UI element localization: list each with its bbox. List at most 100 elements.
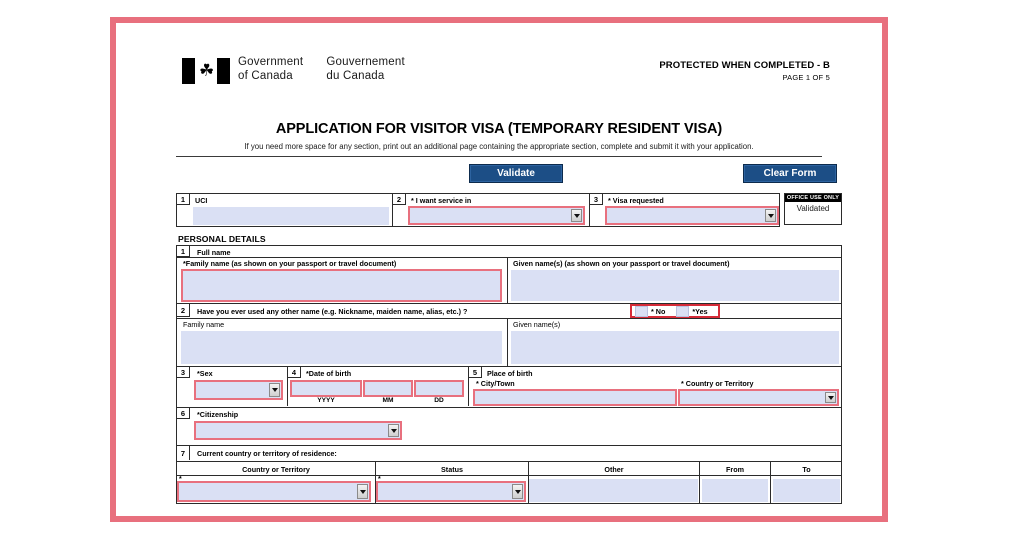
residence-header-block: 7 Current country or territory of reside…	[176, 446, 842, 461]
office-use-box: OFFICE USE ONLY Validated	[784, 193, 842, 225]
dob-day-caption: DD	[434, 397, 444, 404]
protected-label: PROTECTED WHEN COMPLETED - B	[659, 60, 830, 71]
other-family-name-input[interactable]	[181, 331, 502, 364]
uci-number: 1	[177, 194, 190, 205]
chevron-down-icon[interactable]	[388, 424, 399, 437]
other-given-name-input[interactable]	[511, 331, 839, 364]
other-name-no-label: * No	[651, 306, 666, 316]
pob-label: Place of birth	[487, 369, 533, 378]
full-name-block: 1 Full name *Family name (as shown on yo…	[176, 245, 842, 304]
highlight-frame: ☘ Government of Canada Gouvernement du C…	[110, 17, 888, 522]
residence-col-from: From	[726, 465, 744, 474]
service-label: * I want service in	[411, 196, 472, 205]
dob-month-input[interactable]	[363, 380, 413, 397]
pob-number: 5	[469, 367, 482, 378]
wordmark-en-line1: Government	[238, 56, 304, 68]
page-subtitle: If you need more space for any section, …	[244, 142, 754, 151]
page-indicator: PAGE 1 OF 5	[782, 73, 830, 82]
residence-other-input[interactable]	[529, 479, 698, 502]
residence-col-country: Country or Territory	[242, 465, 310, 474]
pob-country-select[interactable]	[678, 389, 839, 406]
validate-button[interactable]: Validate	[469, 164, 563, 183]
personal-details-title: PERSONAL DETAILS	[178, 234, 266, 244]
header-divider	[176, 156, 822, 157]
citizenship-block: 6 *Citizenship	[176, 408, 842, 446]
other-name-options[interactable]: * No *Yes	[630, 304, 720, 318]
top-row-container: 1 UCI 2 * I want service in 3 * Visa req…	[176, 193, 780, 227]
residence-number: 7	[177, 446, 190, 460]
residence-to-input[interactable]	[773, 479, 840, 502]
chevron-down-icon[interactable]	[571, 209, 582, 222]
residence-col-to: To	[802, 465, 811, 474]
page-title: APPLICATION FOR VISITOR VISA (TEMPORARY …	[275, 121, 723, 137]
maple-leaf-icon: ☘	[199, 61, 215, 80]
residence-from-input[interactable]	[702, 479, 768, 502]
dob-year-input[interactable]	[290, 380, 362, 397]
divider	[177, 318, 841, 319]
residence-label: Current country or territory of residenc…	[197, 449, 337, 458]
family-name-label: *Family name (as shown on your passport …	[183, 259, 397, 268]
dob-month-caption: MM	[382, 397, 394, 404]
residence-status-select[interactable]	[376, 481, 526, 502]
divider	[177, 257, 841, 258]
sex-dob-pob-block: 3 *Sex 4 *Date of birth YYYY MM DD 5 Pla…	[176, 367, 842, 408]
residence-country-select[interactable]	[177, 481, 371, 502]
citizenship-number: 6	[177, 408, 190, 419]
citizenship-select[interactable]	[194, 421, 402, 440]
full-name-label: Full name	[197, 248, 231, 257]
chevron-down-icon[interactable]	[357, 484, 368, 499]
chevron-down-icon[interactable]	[512, 484, 523, 499]
visa-number: 3	[590, 194, 603, 205]
chevron-down-icon[interactable]	[269, 383, 280, 397]
pdf-form-page: ☘ Government of Canada Gouvernement du C…	[116, 23, 882, 516]
protected-notice: PROTECTED WHEN COMPLETED - B PAGE 1 OF 5	[659, 60, 830, 82]
service-in-select[interactable]	[408, 206, 585, 225]
dob-label: *Date of birth	[306, 369, 352, 378]
uci-label: UCI	[195, 196, 208, 205]
family-name-input[interactable]	[181, 269, 502, 302]
other-name-no-checkbox[interactable]	[635, 305, 648, 317]
uci-input[interactable]	[193, 207, 389, 225]
other-family-name-label: Family name	[183, 320, 225, 329]
chevron-down-icon[interactable]	[765, 209, 776, 222]
visa-label: * Visa requested	[608, 196, 664, 205]
dob-year-caption: YYYY	[317, 397, 335, 404]
visa-requested-select[interactable]	[605, 206, 779, 225]
given-name-input[interactable]	[511, 270, 839, 301]
service-number: 2	[393, 194, 406, 205]
wordmark-en-line2: of Canada	[238, 69, 293, 82]
table-row: * *	[176, 476, 842, 504]
divider	[770, 476, 771, 503]
divider	[507, 318, 508, 366]
other-name-question: Have you ever used any other name (e.g. …	[197, 307, 468, 316]
other-name-yes-checkbox[interactable]	[676, 305, 690, 317]
dob-day-input[interactable]	[414, 380, 464, 397]
sex-label: *Sex	[197, 369, 213, 378]
other-name-number: 2	[177, 304, 190, 317]
pob-city-input[interactable]	[473, 389, 677, 406]
pob-country-label: * Country or Territory	[681, 379, 754, 388]
other-given-name-label: Given name(s)	[513, 320, 561, 329]
canada-flag-icon: ☘	[182, 58, 230, 84]
divider	[699, 476, 700, 503]
sex-select[interactable]	[194, 380, 283, 400]
dob-number: 4	[288, 367, 301, 378]
government-wordmark: Government of Canada Gouvernement du Can…	[238, 56, 405, 83]
chevron-down-icon[interactable]	[825, 392, 836, 403]
other-name-yes-label: *Yes	[692, 306, 708, 316]
residence-col-other: Other	[604, 465, 624, 474]
pob-city-label: * City/Town	[476, 379, 515, 388]
office-use-value: Validated	[796, 204, 830, 213]
form-header: ☘ Government of Canada Gouvernement du C…	[116, 23, 882, 109]
screenshot-root: ☘ Government of Canada Gouvernement du C…	[0, 0, 1024, 537]
divider	[507, 257, 508, 304]
sex-number: 3	[177, 367, 190, 378]
residence-column-headers: Country or Territory Status Other From T…	[176, 461, 842, 476]
wordmark-fr-line2: du Canada	[326, 69, 385, 82]
full-name-number: 1	[177, 246, 190, 257]
citizenship-label: *Citizenship	[197, 410, 239, 419]
residence-col-status: Status	[441, 465, 463, 474]
clear-form-button[interactable]: Clear Form	[743, 164, 837, 183]
other-name-block: 2 Have you ever used any other name (e.g…	[176, 304, 842, 367]
wordmark-fr-line1: Gouvernement	[326, 56, 405, 68]
